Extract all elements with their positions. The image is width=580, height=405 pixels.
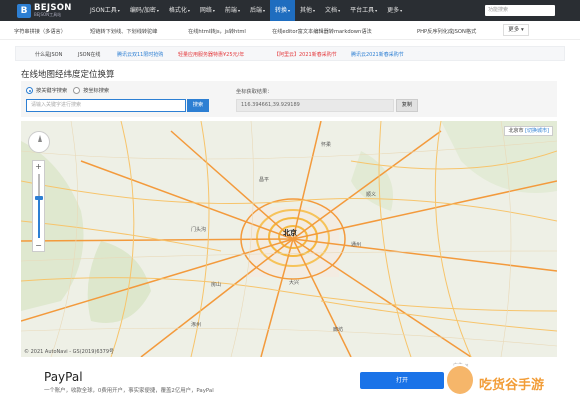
zoom-out-button[interactable]: − bbox=[33, 240, 44, 251]
map-place-label: 大兴 bbox=[289, 280, 300, 286]
search-mode: 按关键字搜索 按坐标搜索 bbox=[26, 87, 115, 94]
nav-item[interactable]: 后端▾ bbox=[245, 0, 270, 21]
map-center-label: 北京 bbox=[283, 229, 297, 237]
radio-coordinate[interactable] bbox=[73, 87, 81, 94]
city-selector[interactable]: 北京市 [切换城市] bbox=[504, 126, 553, 136]
search-button[interactable]: 搜索 bbox=[187, 99, 209, 112]
ad-title: PayPal bbox=[44, 370, 83, 384]
chevron-down-icon: ▾ bbox=[187, 8, 190, 13]
map-place-label: 廊坊 bbox=[333, 327, 344, 333]
map-place-label: 通州 bbox=[351, 242, 362, 248]
radio-keyword-label[interactable]: 按关键字搜索 bbox=[36, 87, 67, 94]
tool-link[interactable]: 在线html转js，js转html bbox=[188, 28, 246, 35]
logo-subtitle: BEJSON工具站 bbox=[34, 12, 62, 18]
link-bar: 什么是JSON JSON在线 腾讯云双11限时抢购 轻量应用服务器特惠¥25元/… bbox=[15, 46, 565, 61]
zoom-slider[interactable] bbox=[35, 174, 43, 238]
page-title: 在线地图经纬度定位换算 bbox=[21, 70, 115, 80]
ad-open-button[interactable]: 打开 bbox=[360, 372, 444, 389]
top-nav: B BEJSON BEJSON工具站 JSON工具▾ 编码/加密▾ 格式化▾ 网络▾ 前… bbox=[0, 0, 580, 21]
watermark: 吃货谷手游 bbox=[441, 362, 577, 402]
nav-item[interactable]: 网络▾ bbox=[195, 0, 220, 21]
map-canvas[interactable]: 北京市 [切换城市] + − 北京 涿州 大兴 廊坊 通州 怀柔 顺义 昌平 门… bbox=[21, 121, 557, 357]
result-label: 坐标获取结果： bbox=[236, 89, 273, 95]
search-panel: 按关键字搜索 按坐标搜索 请输入关键字进行搜索 搜索 坐标获取结果： 116.3… bbox=[21, 81, 557, 117]
tool-link[interactable]: 短链转下划线、下划线转驼峰 bbox=[90, 28, 157, 35]
watermark-text: 吃货谷手游 bbox=[479, 378, 545, 393]
result-field[interactable]: 116.394661,39.929189 bbox=[236, 99, 394, 112]
nav-item[interactable]: 文档▾ bbox=[320, 0, 345, 21]
zoom-knob[interactable] bbox=[35, 196, 43, 201]
nav-item[interactable]: 更多▾ bbox=[382, 0, 407, 21]
chevron-down-icon: ▾ bbox=[375, 8, 378, 13]
logo-mark: B bbox=[17, 3, 31, 18]
chevron-down-icon: ▾ bbox=[288, 8, 291, 13]
switch-city-link[interactable]: [切换城市] bbox=[525, 128, 549, 134]
chevron-down-icon: ▾ bbox=[313, 8, 316, 13]
nav-item[interactable]: JSON工具▾ bbox=[85, 0, 125, 21]
chevron-down-icon: ▾ bbox=[156, 8, 159, 13]
nav-item[interactable]: 转换▾ bbox=[269, 0, 296, 21]
keyword-input[interactable]: 请输入关键字进行搜索 bbox=[26, 99, 186, 112]
link-item[interactable]: 什么是JSON bbox=[35, 51, 62, 58]
link-item[interactable]: JSON在线 bbox=[78, 51, 100, 58]
map-roads bbox=[21, 121, 557, 357]
compass-icon[interactable] bbox=[28, 131, 50, 153]
logo[interactable]: B BEJSON BEJSON工具站 bbox=[17, 2, 75, 20]
map-place-label: 昌平 bbox=[259, 177, 270, 183]
chevron-down-icon: ▾ bbox=[117, 8, 120, 13]
map-place-label: 顺义 bbox=[366, 192, 377, 198]
nav-menu: JSON工具▾ 编码/加密▾ 格式化▾ 网络▾ 前端▾ 后端▾ 转换▾ 其他▾ 文档▾ 平台工具▾… bbox=[85, 0, 407, 21]
chevron-down-icon: ▾ bbox=[212, 8, 215, 13]
copy-button[interactable]: 复制 bbox=[396, 99, 418, 112]
radio-coordinate-label[interactable]: 按坐标搜索 bbox=[83, 87, 109, 94]
map-copyright: © 2021 AutoNavi - GS(2019)6379号 bbox=[24, 349, 115, 355]
link-item[interactable]: 轻量应用服务器特惠¥25元/年 bbox=[178, 51, 244, 58]
nav-item[interactable]: 其他▾ bbox=[295, 0, 320, 21]
map-place-label: 涿州 bbox=[191, 322, 202, 328]
tool-link[interactable]: 在线editor富文本编辑器转markdown语法 bbox=[272, 28, 372, 35]
link-item[interactable]: 【阿里云】2021新春采购节 bbox=[274, 51, 337, 58]
nav-item[interactable]: 编码/加密▾ bbox=[125, 0, 164, 21]
zoom-in-button[interactable]: + bbox=[33, 161, 44, 172]
mascot-icon bbox=[445, 364, 475, 396]
tool-bar: 字符串拼接（多语言） 短链转下划线、下划线转驼峰 在线html转js，js转ht… bbox=[0, 21, 580, 40]
map-place-label: 怀柔 bbox=[321, 142, 332, 148]
link-item[interactable]: 腾讯云2021新春采购节 bbox=[351, 51, 404, 58]
map-place-label: 房山 bbox=[211, 282, 222, 288]
tool-link[interactable]: 字符串拼接（多语言） bbox=[14, 28, 66, 35]
search-input[interactable]: 功能搜索 bbox=[485, 5, 555, 16]
zoom-control[interactable]: + − bbox=[32, 160, 45, 252]
zoom-level-fill bbox=[38, 198, 40, 238]
nav-item[interactable]: 前端▾ bbox=[220, 0, 245, 21]
chevron-down-icon: ▾ bbox=[400, 8, 403, 13]
map-place-label: 门头沟 bbox=[191, 227, 207, 233]
nav-item[interactable]: 格式化▾ bbox=[164, 0, 195, 21]
more-button[interactable]: 更多 ▾ bbox=[503, 24, 529, 36]
chevron-down-icon: ▾ bbox=[338, 8, 341, 13]
nav-item[interactable]: 平台工具▾ bbox=[345, 0, 382, 21]
ad-description: 一个账户，收款全球，0费用开户，事实家便捷，覆盖2亿用户，PayPal bbox=[44, 388, 214, 394]
logo-title: BEJSON bbox=[34, 2, 72, 13]
tool-link[interactable]: PHP反序列化成JSON格式 bbox=[417, 28, 476, 35]
chevron-down-icon: ▾ bbox=[237, 8, 240, 13]
chevron-down-icon: ▾ bbox=[262, 8, 265, 13]
radio-keyword[interactable] bbox=[26, 87, 33, 94]
link-item[interactable]: 腾讯云双11限时抢购 bbox=[117, 51, 163, 58]
